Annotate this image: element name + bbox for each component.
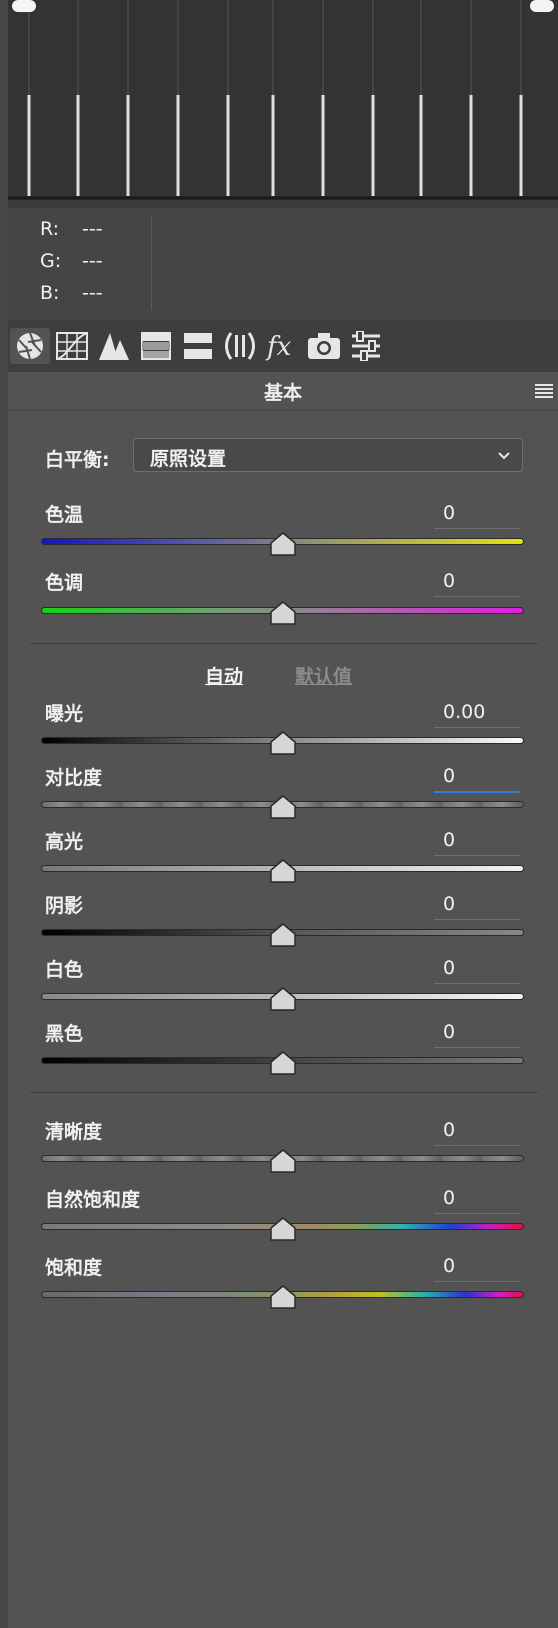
readout-b: B: ---: [40, 282, 103, 304]
whites-value[interactable]: 0: [434, 955, 520, 984]
sliders-icon: [352, 331, 380, 361]
fx-icon: fx: [265, 332, 292, 362]
g-label: G:: [40, 250, 62, 272]
highlights-thumb[interactable]: [270, 859, 296, 883]
temperature-thumb[interactable]: [270, 532, 296, 556]
readout-divider: [151, 216, 152, 310]
readout-g: G: ---: [40, 250, 103, 272]
contrast-label: 对比度: [45, 767, 103, 789]
split-toning-icon: [184, 333, 212, 359]
svg-text:fx: fx: [265, 332, 292, 362]
vibrance-value[interactable]: 0: [434, 1185, 520, 1214]
r-label: R:: [40, 218, 60, 240]
contrast-thumb[interactable]: [270, 795, 296, 819]
blacks-value[interactable]: 0: [434, 1019, 520, 1048]
lens-icon: [225, 332, 255, 360]
blacks-thumb[interactable]: [270, 1051, 296, 1075]
panel-header: 基本: [8, 372, 558, 411]
clarity-value[interactable]: 0: [434, 1117, 520, 1146]
readout-r: R: ---: [40, 218, 103, 240]
tone-curve-icon: [56, 332, 88, 360]
saturation-thumb[interactable]: [270, 1285, 296, 1309]
saturation-value[interactable]: 0: [434, 1253, 520, 1282]
shadows-label: 阴影: [45, 895, 84, 917]
tab-detail[interactable]: [94, 328, 134, 364]
exposure-label: 曝光: [45, 703, 84, 725]
temperature-value[interactable]: 0: [434, 500, 520, 529]
g-value: ---: [82, 250, 103, 272]
highlights-value[interactable]: 0: [434, 827, 520, 856]
contrast-value[interactable]: 0: [434, 763, 520, 793]
histogram-graph: [8, 0, 558, 200]
rgb-readout: R: --- G: --- B: ---: [8, 208, 558, 320]
tab-camera-calibration[interactable]: [304, 328, 344, 364]
vibrance-thumb[interactable]: [270, 1217, 296, 1241]
vibrance-label: 自然饱和度: [45, 1189, 141, 1211]
detail-icon: [99, 333, 129, 360]
saturation-label: 饱和度: [45, 1257, 103, 1279]
chevron-down-icon: [498, 452, 510, 460]
highlight-clipping-indicator: [530, 0, 554, 12]
r-value: ---: [82, 218, 103, 240]
auto-button[interactable]: 自动: [205, 662, 243, 689]
hsl-icon: [141, 332, 171, 360]
aperture-icon: [17, 332, 43, 360]
section-divider: [30, 643, 538, 644]
whites-thumb[interactable]: [270, 987, 296, 1011]
b-value: ---: [82, 282, 103, 304]
section-divider-2: [30, 1092, 538, 1093]
tab-basic[interactable]: [10, 328, 50, 364]
panel-title: 基本: [263, 382, 302, 404]
tint-thumb[interactable]: [270, 601, 296, 625]
blacks-label: 黑色: [45, 1023, 84, 1045]
clarity-label: 清晰度: [45, 1121, 103, 1143]
tint-value[interactable]: 0: [434, 568, 520, 597]
histogram: [8, 0, 558, 208]
clarity-thumb[interactable]: [270, 1149, 296, 1173]
panel-tabs: fx: [8, 320, 558, 372]
shadows-value[interactable]: 0: [434, 891, 520, 920]
exposure-value[interactable]: 0.00: [434, 699, 520, 728]
default-button[interactable]: 默认值: [295, 662, 352, 689]
camera-icon: [308, 333, 340, 359]
left-edge: [0, 0, 8, 1628]
white-balance-select[interactable]: 原照设置: [133, 438, 523, 472]
tab-presets[interactable]: [346, 328, 386, 364]
exposure-thumb[interactable]: [270, 731, 296, 755]
white-balance-value: 原照设置: [150, 448, 227, 470]
tab-effects[interactable]: fx: [262, 328, 302, 364]
shadows-thumb[interactable]: [270, 923, 296, 947]
tab-lens[interactable]: [220, 328, 260, 364]
temperature-label: 色温: [45, 504, 84, 526]
highlights-label: 高光: [45, 831, 84, 853]
shadow-clipping-indicator: [12, 0, 36, 12]
tab-split-toning[interactable]: [178, 328, 218, 364]
tab-tone-curve[interactable]: [52, 328, 92, 364]
panel-menu-icon[interactable]: [534, 382, 554, 400]
tint-label: 色调: [45, 572, 84, 594]
b-label: B:: [40, 282, 60, 304]
white-balance-label: 白平衡:: [45, 449, 110, 471]
tab-hsl[interactable]: [136, 328, 176, 364]
whites-label: 白色: [45, 959, 84, 981]
